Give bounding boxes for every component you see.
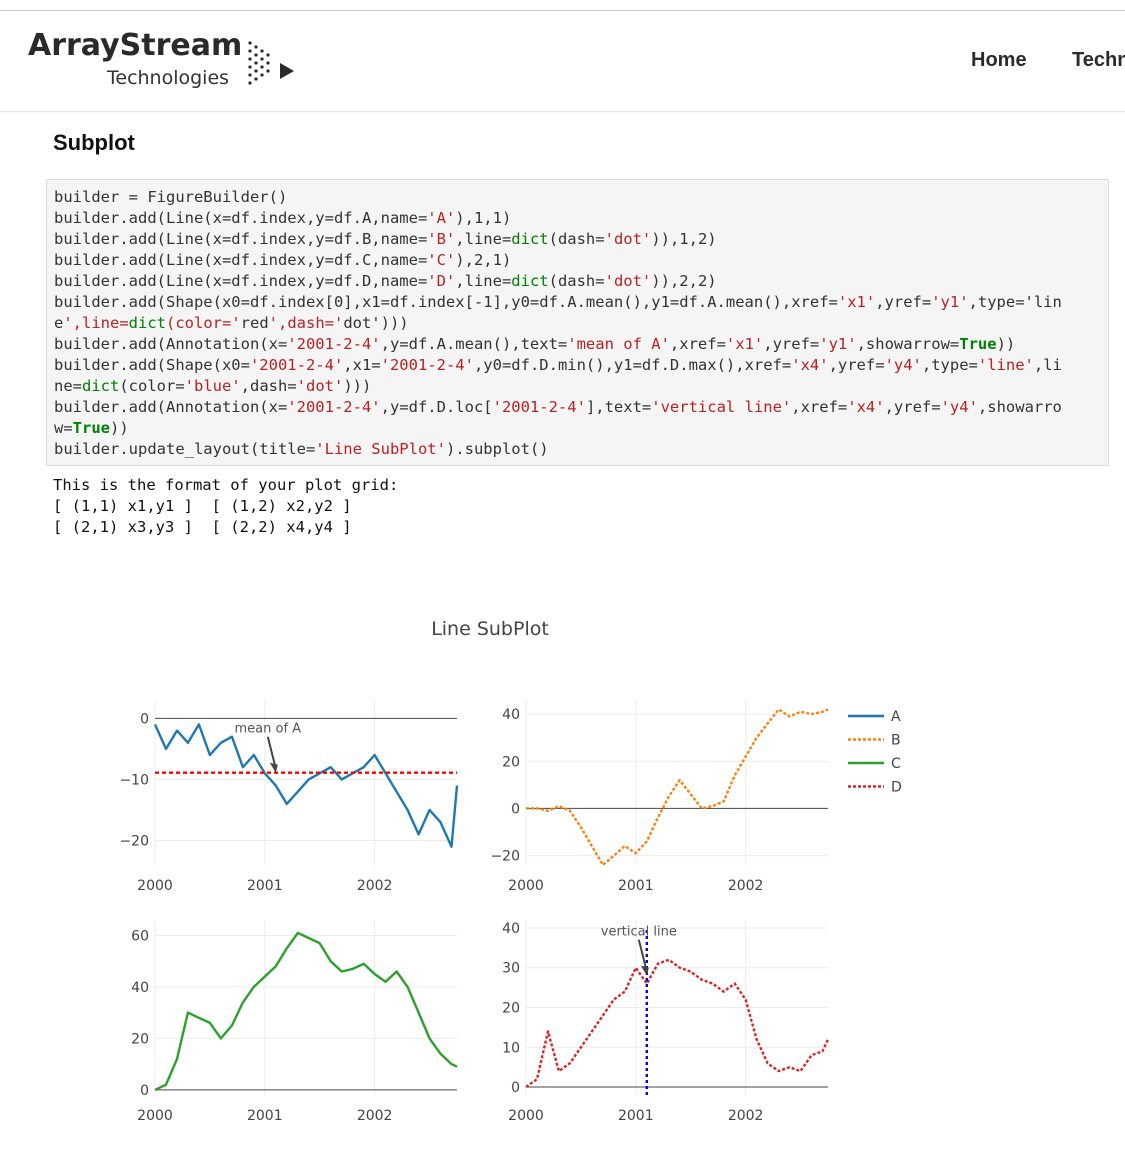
code-line: builder.add(Line(x=df.index,y=df.A,name=… [54, 209, 512, 227]
output-line: This is the format of your plot grid: [53, 476, 399, 494]
output-line: [ (1,1) x1,y1 ] [ (1,2) x2,y2 ] [53, 497, 352, 515]
x-tick-label: 2000 [137, 878, 173, 894]
series-line-b [526, 708, 829, 867]
code-line: builder.update_layout(title='Line SubPlo… [54, 440, 549, 458]
legend-label: D [891, 780, 902, 796]
logo-arrow-icon [248, 41, 294, 85]
y-tick-label: 40 [131, 980, 149, 996]
x-tick-label: 2001 [618, 878, 654, 894]
y-tick-label: −10 [119, 772, 149, 788]
legend-label: A [891, 709, 901, 725]
chart-title: Line SubPlot [431, 618, 549, 640]
x-tick-label: 2001 [247, 878, 283, 894]
annotation-label: mean of A [235, 722, 302, 737]
page-title: Subplot [53, 130, 135, 155]
code-line: builder.add(Annotation(x='2001-2-4',y=df… [54, 398, 1062, 416]
nav-technologies-link[interactable]: Techn [1072, 49, 1125, 72]
site-header: ArrayStream Technologies Home Techn [0, 11, 1125, 112]
x-tick-label: 2002 [357, 878, 393, 894]
code-line: builder.add(Shape(x0='2001-2-4',x1='2001… [54, 356, 1062, 374]
x-tick-label: 2000 [508, 1108, 544, 1124]
code-cell[interactable]: builder = FigureBuilder() builder.add(Li… [46, 179, 1109, 466]
y-tick-label: 60 [131, 928, 149, 944]
x-tick-label: 2001 [618, 1108, 654, 1124]
code-line: builder.add(Line(x=df.index,y=df.B,name=… [54, 230, 717, 248]
legend-label: B [891, 733, 901, 749]
code-line: e',line=dict(color='red',dash='dot'))) [54, 314, 409, 332]
y-tick-label: −20 [119, 834, 149, 850]
x-tick-label: 2000 [508, 878, 544, 894]
x-tick-label: 2002 [357, 1108, 393, 1124]
brand-name: ArrayStream [28, 28, 243, 63]
y-tick-label: 30 [502, 961, 520, 977]
code-line: builder = FigureBuilder() [54, 188, 288, 206]
code-line: builder.add(Line(x=df.index,y=df.D,name=… [54, 272, 717, 290]
y-tick-label: 0 [511, 1080, 520, 1096]
x-tick-label: 2002 [728, 878, 764, 894]
brand-tagline: Technologies [107, 67, 230, 89]
series-line-a [153, 723, 459, 848]
y-tick-label: 40 [502, 921, 520, 937]
code-line: builder.add(Annotation(x='2001-2-4',y=df… [54, 335, 1016, 353]
code-line: builder.add(Shape(x0=df.index[0],x1=df.i… [54, 293, 1062, 311]
y-tick-label: 0 [140, 1083, 149, 1099]
nav-home-link[interactable]: Home [971, 49, 1027, 72]
output-line: [ (2,1) x3,y3 ] [ (2,2) x4,y4 ] [53, 518, 352, 536]
y-tick-label: 40 [502, 707, 520, 723]
y-tick-label: 20 [131, 1031, 149, 1047]
y-tick-label: 0 [140, 711, 149, 727]
y-tick-label: 20 [502, 754, 520, 770]
annotation-label: vertical line [601, 925, 677, 940]
y-tick-label: 0 [511, 801, 520, 817]
code-line: builder.add(Line(x=df.index,y=df.C,name=… [54, 251, 512, 269]
code-line: ne=dict(color='blue',dash='dot'))) [54, 377, 372, 395]
series-line-d [525, 958, 830, 1088]
x-tick-label: 2002 [728, 1108, 764, 1124]
code-line: w=True)) [54, 419, 129, 437]
annotation-arrow-head [269, 762, 278, 773]
brand-logo[interactable]: ArrayStream Technologies [28, 29, 308, 99]
legend-label: C [891, 756, 901, 772]
series-line-c [154, 931, 458, 1091]
y-tick-label: 20 [502, 1001, 520, 1017]
y-tick-label: −20 [490, 849, 520, 865]
x-tick-label: 2000 [137, 1108, 173, 1124]
subplot-chart[interactable]: Line SubPlot0−10−202000 2001 2002mean of A… [100, 590, 960, 1130]
y-tick-label: 10 [502, 1040, 520, 1056]
x-tick-label: 2001 [247, 1108, 283, 1124]
